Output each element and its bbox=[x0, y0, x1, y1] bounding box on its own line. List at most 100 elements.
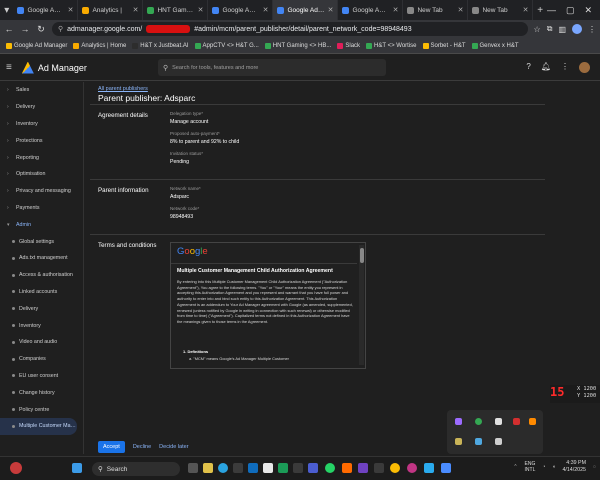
back-icon[interactable]: ← bbox=[4, 24, 14, 34]
sidebar-item[interactable]: Delivery bbox=[0, 300, 83, 317]
reload-icon[interactable]: ↻ bbox=[36, 24, 46, 35]
forward-icon[interactable]: → bbox=[20, 24, 30, 34]
maximize-icon[interactable]: ▢ bbox=[566, 5, 575, 16]
volume-icon[interactable]: ◖ bbox=[552, 464, 555, 470]
tab-close-icon[interactable]: ✕ bbox=[393, 6, 399, 14]
site-info-icon[interactable]: ⚲ bbox=[58, 25, 63, 33]
app-taskbar-icon-3[interactable] bbox=[293, 463, 303, 473]
tray-check-icon[interactable] bbox=[475, 418, 482, 425]
tray-red-icon[interactable] bbox=[513, 418, 520, 425]
sidebar-item[interactable]: › Privacy and messaging bbox=[0, 183, 83, 200]
tab-search-icon[interactable]: ▾ bbox=[0, 0, 13, 20]
wifi-icon[interactable]: ◔ bbox=[542, 464, 545, 470]
app-taskbar-icon-5[interactable] bbox=[342, 463, 352, 473]
menu-kebab-icon[interactable]: ⋮ bbox=[588, 25, 596, 34]
sidebar-item[interactable]: Linked accounts bbox=[0, 284, 83, 301]
account-avatar[interactable] bbox=[579, 62, 590, 73]
taskbar-search[interactable]: ⚲ Search bbox=[92, 462, 180, 476]
outlook-icon[interactable] bbox=[248, 463, 258, 473]
file-explorer-icon[interactable] bbox=[203, 463, 213, 473]
browser-tab[interactable]: Google A… ✕ bbox=[208, 0, 274, 20]
sidebar-item[interactable]: › Reporting bbox=[0, 149, 83, 166]
browser-tab[interactable]: New Tab ✕ bbox=[403, 0, 469, 20]
telegram-icon[interactable] bbox=[424, 463, 434, 473]
tray-usb-icon[interactable] bbox=[495, 438, 502, 445]
tray-app-icon[interactable] bbox=[495, 418, 502, 425]
sidebar-item[interactable]: › Sales bbox=[0, 82, 83, 99]
windows-start-icon[interactable] bbox=[72, 463, 82, 473]
app-taskbar-icon-4[interactable] bbox=[308, 463, 318, 473]
bookmark-item[interactable]: Sorbet - H&T bbox=[422, 42, 466, 49]
sidebar-item[interactable]: EU user consent bbox=[0, 368, 83, 385]
bookmark-star-icon[interactable]: ☆ bbox=[534, 25, 541, 34]
sidebar-item[interactable]: Companies bbox=[0, 351, 83, 368]
extensions-icon[interactable]: ⧉ bbox=[547, 24, 553, 34]
terms-scrollbar-track[interactable] bbox=[359, 245, 364, 365]
tab-close-icon[interactable]: ✕ bbox=[328, 6, 334, 14]
help-icon[interactable]: ? bbox=[526, 62, 530, 73]
browser-tab[interactable]: Google A… ✕ bbox=[13, 0, 79, 20]
bookmark-item[interactable]: HNT Gaming <> HB... bbox=[264, 42, 331, 49]
app-taskbar-icon-9[interactable] bbox=[441, 463, 451, 473]
tray-cloud-icon[interactable] bbox=[475, 438, 482, 445]
bookmark-item[interactable]: H&T <> Wortise bbox=[366, 42, 417, 49]
tab-close-icon[interactable]: ✕ bbox=[133, 6, 139, 14]
tray-overflow-chevron-icon[interactable]: ⌃ bbox=[513, 464, 517, 470]
bookmark-item[interactable]: H&T x Justbeat.AI bbox=[132, 42, 189, 49]
browser-tab[interactable]: Google A… ✕ bbox=[338, 0, 404, 20]
app-taskbar-icon-6[interactable] bbox=[358, 463, 368, 473]
terms-scrollbar-thumb[interactable] bbox=[360, 248, 364, 263]
accept-button[interactable]: Accept bbox=[98, 441, 125, 453]
sidebar-item[interactable]: Ads.txt management bbox=[0, 250, 83, 267]
store-icon[interactable] bbox=[233, 463, 243, 473]
sidepanel-icon[interactable]: ▥ bbox=[558, 25, 566, 34]
sidebar-item[interactable]: Access & authorisation bbox=[0, 267, 83, 284]
task-view-icon[interactable] bbox=[188, 463, 198, 473]
edge-icon[interactable] bbox=[218, 463, 228, 473]
url-field[interactable]: ⚲ admanager.google.com/ #admin/mcm/paren… bbox=[52, 22, 528, 36]
tab-close-icon[interactable]: ✕ bbox=[458, 6, 464, 14]
sidebar-item[interactable]: Policy centre bbox=[0, 401, 83, 418]
decline-button[interactable]: Decline bbox=[133, 444, 151, 450]
profile-avatar[interactable] bbox=[572, 24, 582, 34]
app-taskbar-icon-7[interactable] bbox=[374, 463, 384, 473]
sidebar-item[interactable]: Multiple Customer Ma… bbox=[0, 417, 77, 435]
language-indicator[interactable]: ENG INTL bbox=[525, 461, 536, 473]
sidebar-item[interactable]: › Delivery bbox=[0, 99, 83, 116]
browser-tab[interactable]: HNT Gam… ✕ bbox=[143, 0, 209, 20]
clock[interactable]: 4:39 PM 4/14/2025 bbox=[562, 460, 586, 474]
tray-feather-icon[interactable] bbox=[455, 418, 462, 425]
tab-close-icon[interactable]: ✕ bbox=[68, 6, 74, 14]
minimize-icon[interactable]: — bbox=[547, 5, 556, 15]
tray-yellow-icon[interactable] bbox=[455, 438, 462, 445]
apps-grid-icon[interactable]: ⋮ bbox=[561, 62, 569, 73]
decide-later-button[interactable]: Decide later bbox=[159, 444, 188, 450]
tab-close-icon[interactable]: ✕ bbox=[198, 6, 204, 14]
new-tab-button[interactable]: + bbox=[533, 0, 546, 20]
breadcrumb[interactable]: All parent publishers bbox=[98, 86, 148, 92]
chrome-icon[interactable] bbox=[390, 463, 400, 473]
search-box[interactable]: ⚲ Search for tools, features and more bbox=[158, 59, 386, 76]
sidebar-item[interactable]: Global settings bbox=[0, 233, 83, 250]
app-logo[interactable]: Ad Manager bbox=[21, 61, 87, 74]
notification-bell-icon[interactable]: ◌ bbox=[593, 464, 596, 470]
sidebar-item[interactable]: › Payments bbox=[0, 200, 83, 217]
sidebar-item[interactable]: Inventory bbox=[0, 317, 83, 334]
browser-tab[interactable]: Analytics | ✕ bbox=[78, 0, 144, 20]
bookmark-item[interactable]: Genvex x H&T bbox=[471, 42, 519, 49]
browser-tab[interactable]: New Tab ✕ bbox=[468, 0, 534, 20]
app-taskbar-icon-2[interactable] bbox=[278, 463, 288, 473]
bookmark-item[interactable]: AppCTV <> H&T G... bbox=[194, 42, 259, 49]
tray-orange-icon[interactable] bbox=[529, 418, 536, 425]
sidebar-item[interactable]: Change history bbox=[0, 384, 83, 401]
sidebar-item[interactable]: › Protections bbox=[0, 132, 83, 149]
sidebar-item[interactable]: › Inventory bbox=[0, 116, 83, 133]
sidebar-item[interactable]: Video and audio bbox=[0, 334, 83, 351]
tab-close-icon[interactable]: ✕ bbox=[263, 6, 269, 14]
bookmark-item[interactable]: Slack bbox=[337, 42, 360, 49]
terms-document[interactable]: Google Multiple Customer Management Chil… bbox=[170, 242, 366, 369]
app-taskbar-icon-1[interactable] bbox=[263, 463, 273, 473]
whatsapp-icon[interactable] bbox=[325, 463, 335, 473]
sidebar-item[interactable]: ▾ Admin bbox=[0, 216, 83, 233]
browser-tab[interactable]: Google Ad… ✕ bbox=[273, 0, 339, 20]
